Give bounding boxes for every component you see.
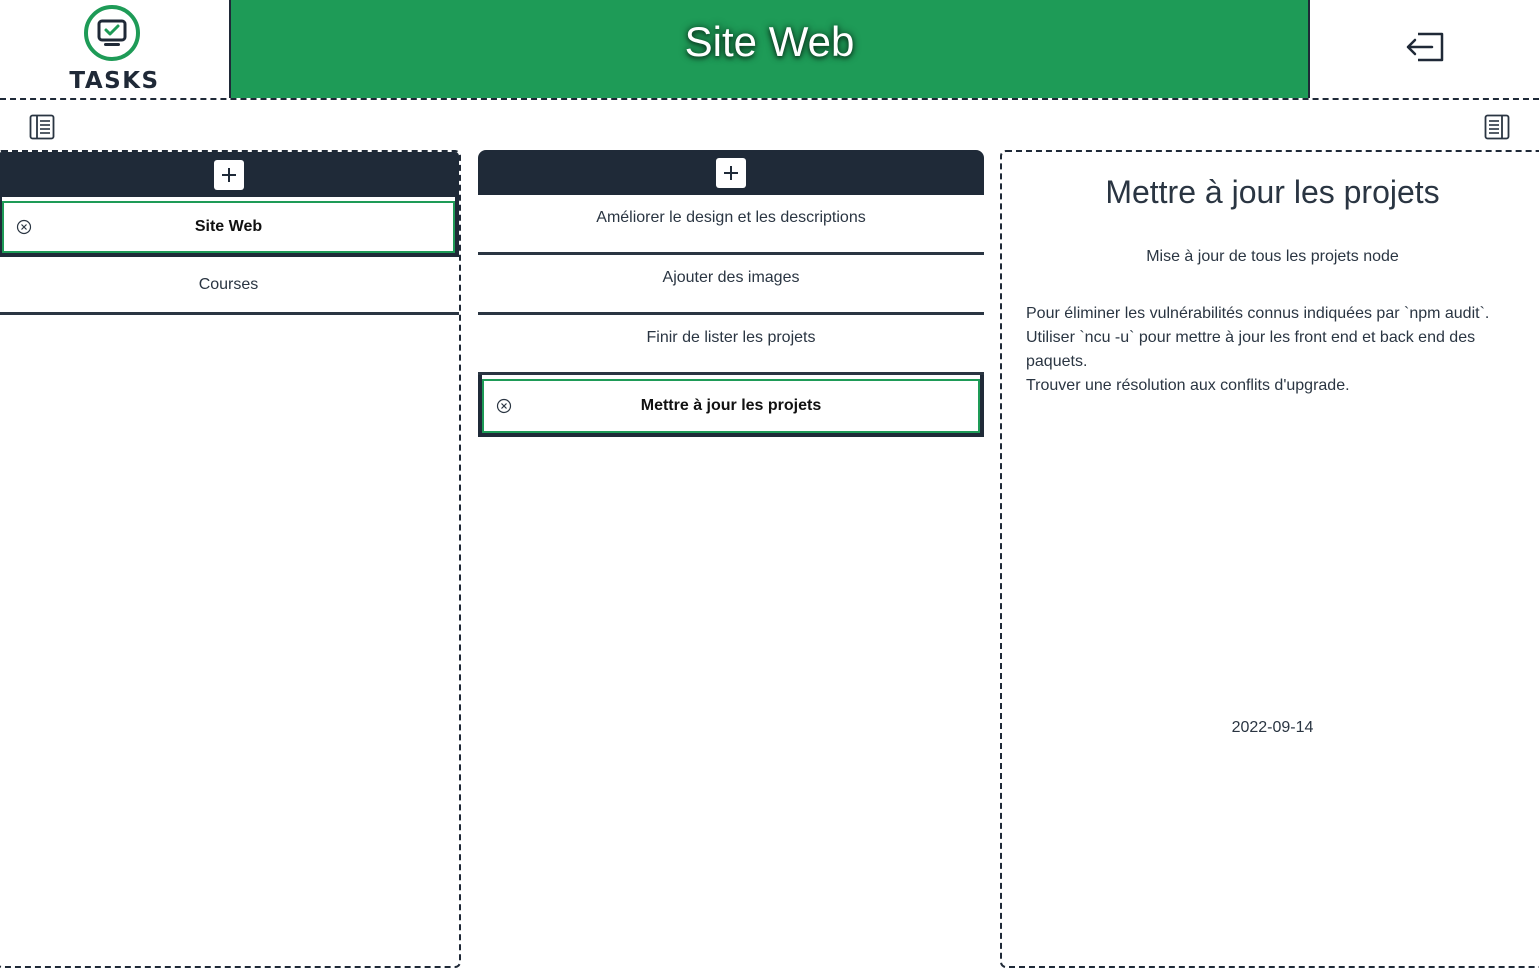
project-label: Courses [198, 275, 259, 293]
task-item[interactable]: Améliorer le design et les descriptions [478, 195, 984, 255]
monitor-check-icon [84, 5, 140, 61]
tasks-toolbar [478, 150, 984, 195]
header-divider [0, 98, 1539, 100]
logo-text: TASKS [69, 68, 160, 94]
task-detail-date: 2022-09-14 [1231, 719, 1314, 736]
task-label: Améliorer le design et les descriptions [596, 208, 866, 226]
logout-area [1310, 0, 1539, 98]
add-task-button[interactable] [716, 157, 746, 188]
task-item-selected[interactable]: Mettre à jour les projets [478, 375, 984, 437]
task-detail-subtitle: Mise à jour de tous les projets node [1146, 248, 1399, 265]
task-item[interactable]: Ajouter des images [478, 255, 984, 315]
task-detail-title: Mettre à jour les projets [1105, 174, 1440, 210]
projects-panel: Site Web Courses [0, 150, 461, 968]
close-circle-icon[interactable] [16, 219, 32, 235]
app-logo: TASKS [0, 0, 229, 98]
task-label: Finir de lister les projets [646, 328, 816, 346]
close-circle-icon[interactable] [496, 398, 512, 414]
project-item-site-web[interactable]: Site Web [0, 197, 459, 257]
task-label: Ajouter des images [662, 268, 800, 286]
task-item-inner: Mettre à jour les projets [482, 379, 980, 433]
page-header: Site Web [229, 0, 1310, 98]
task-detail-body: Pour éliminer les vulnérabilités connus … [1026, 305, 1490, 394]
sidebar-right-icon[interactable] [1484, 114, 1510, 140]
projects-toolbar [0, 152, 459, 197]
task-label: Mettre à jour les projets [640, 397, 822, 414]
tasks-panel: Améliorer le design et les descriptions … [478, 150, 984, 437]
logout-icon[interactable] [1404, 31, 1446, 63]
plus-icon [221, 167, 236, 182]
plus-icon [724, 165, 738, 180]
task-detail-panel: Mettre à jour les projets Mise à jour de… [1000, 150, 1539, 968]
sidebar-left-icon[interactable] [29, 114, 55, 140]
page-title: Site Web [684, 18, 855, 65]
task-item[interactable]: Finir de lister les projets [478, 315, 984, 375]
project-item-inner: Site Web [2, 201, 455, 253]
project-item-courses[interactable]: Courses [0, 257, 459, 315]
add-project-button[interactable] [213, 159, 244, 190]
project-label: Site Web [194, 218, 263, 235]
